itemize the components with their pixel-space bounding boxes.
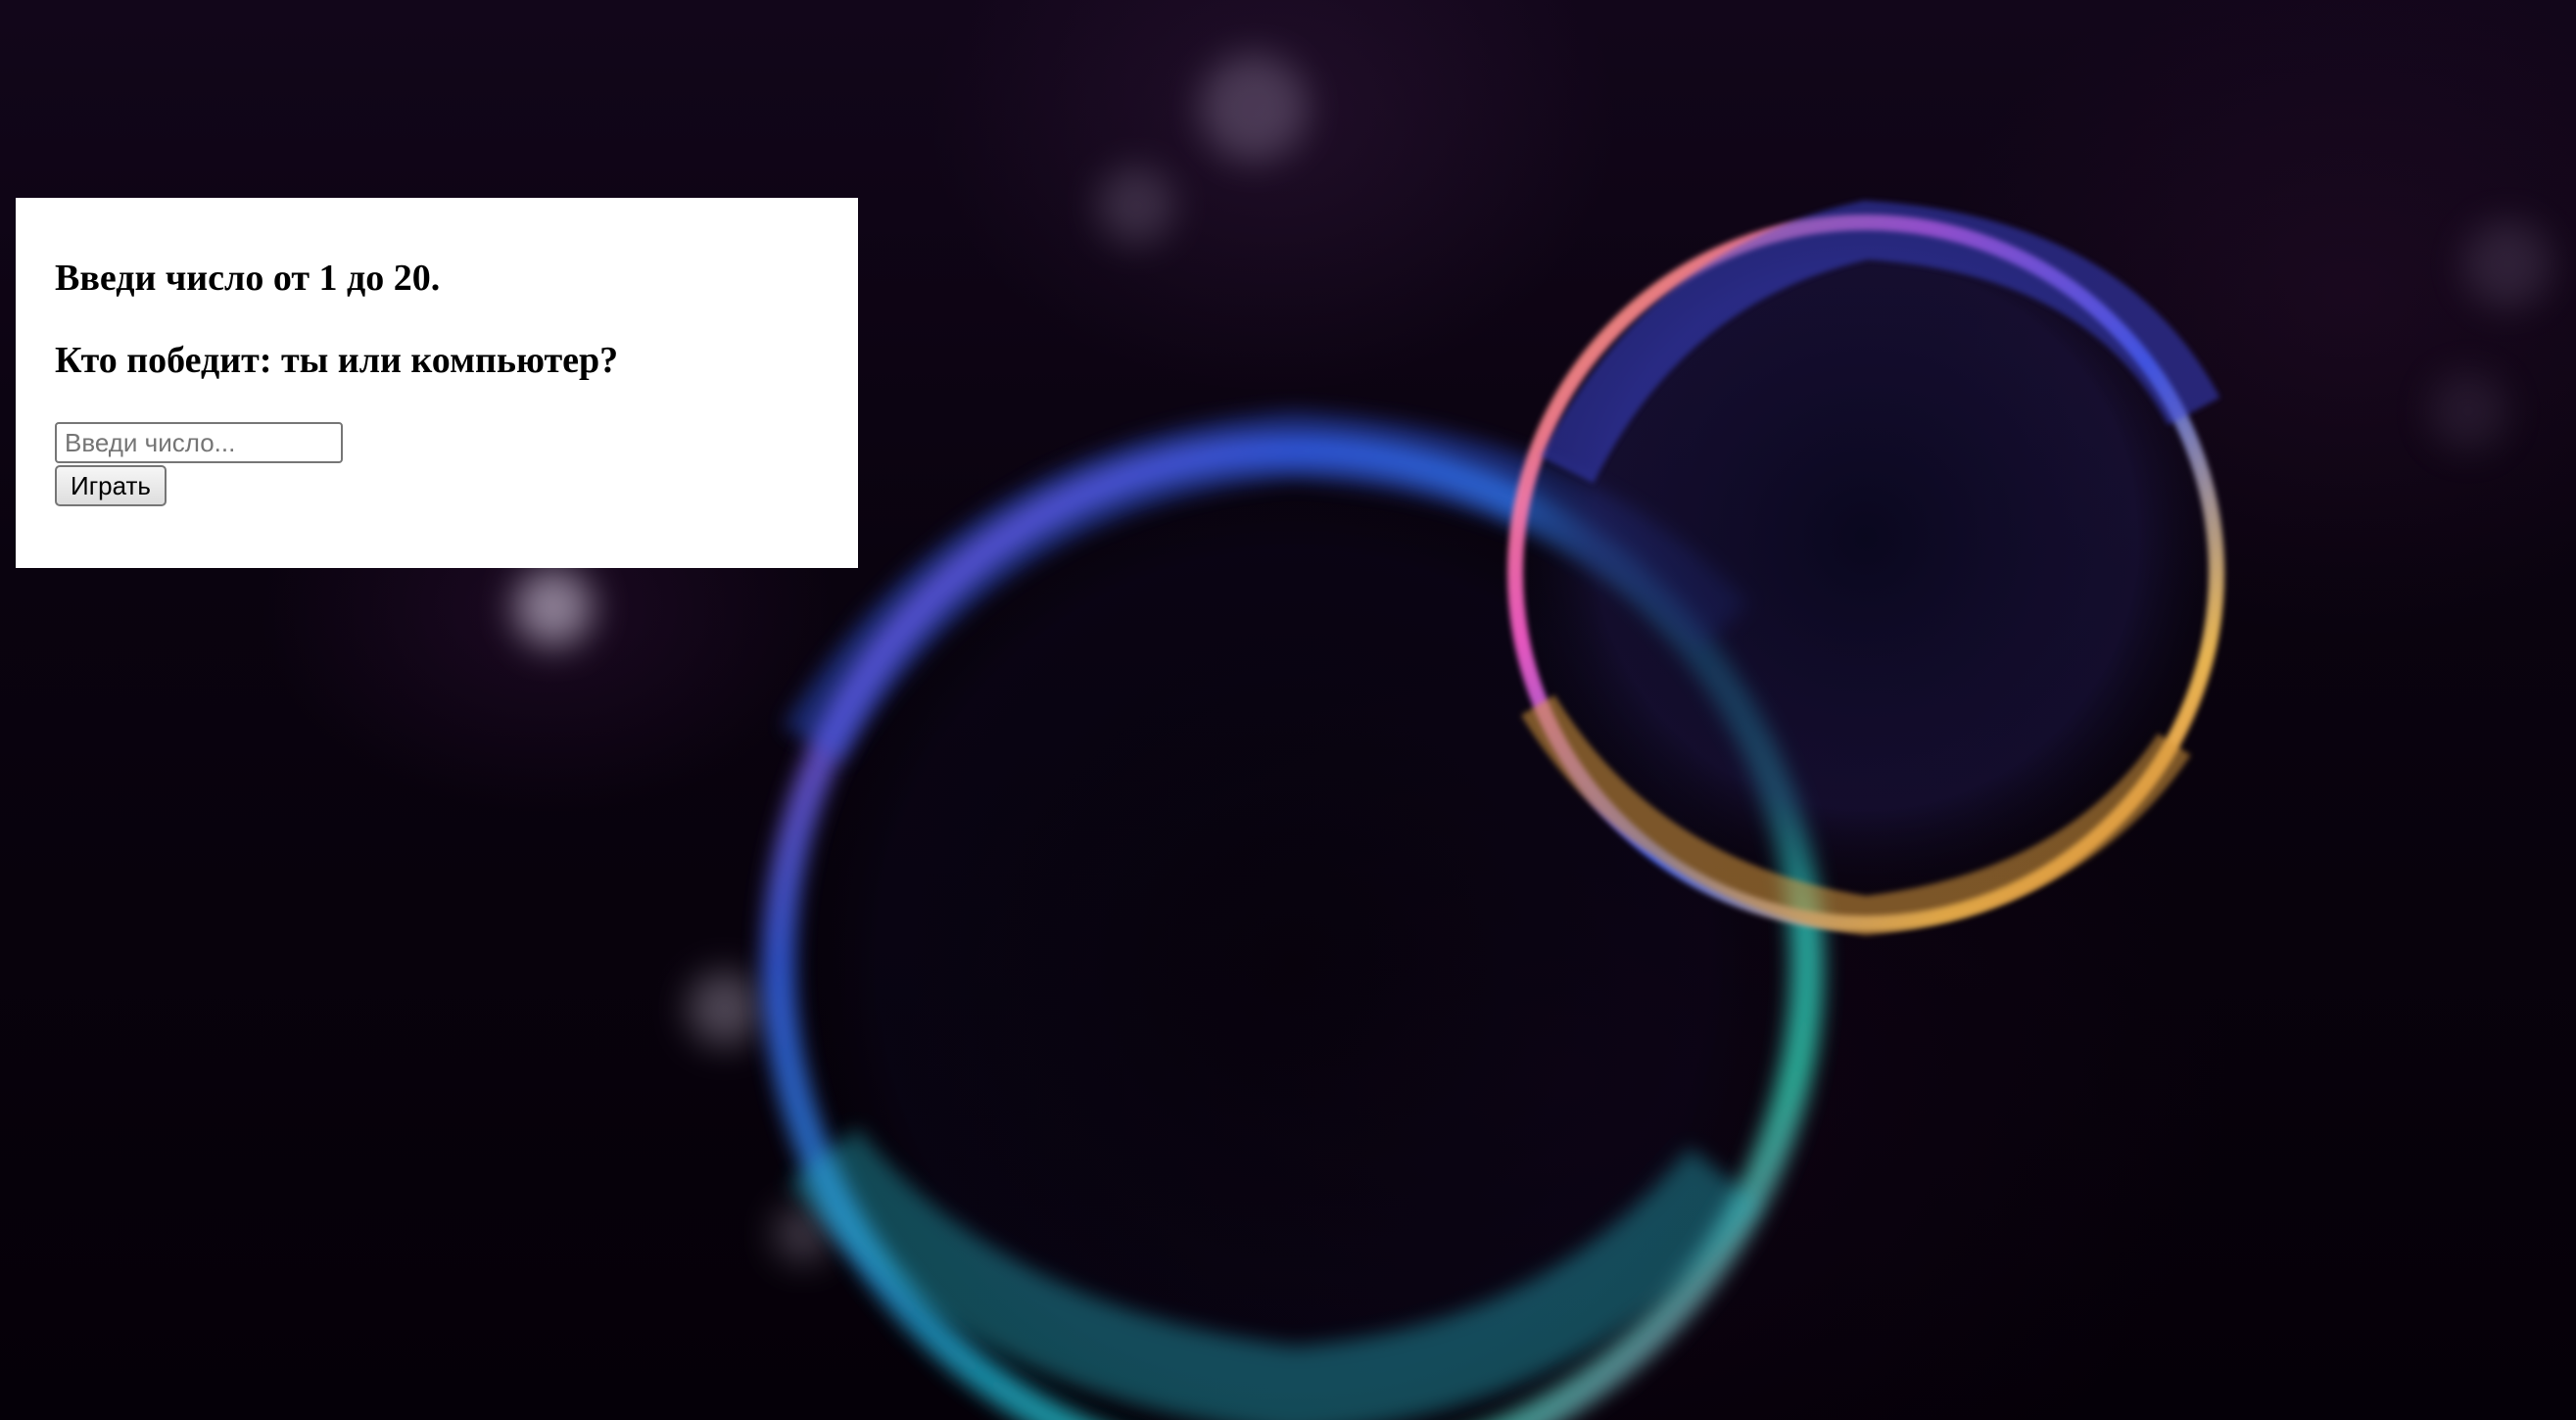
play-button[interactable]: Играть <box>55 465 167 507</box>
number-input[interactable] <box>55 422 343 464</box>
question-heading: Кто победит: ты или компьютер? <box>55 339 619 381</box>
page: Введи число от 1 до 20. Кто победит: ты … <box>0 0 2576 1420</box>
game-panel: Введи число от 1 до 20. Кто победит: ты … <box>16 198 858 568</box>
instruction-heading: Введи число от 1 до 20. <box>55 258 441 299</box>
